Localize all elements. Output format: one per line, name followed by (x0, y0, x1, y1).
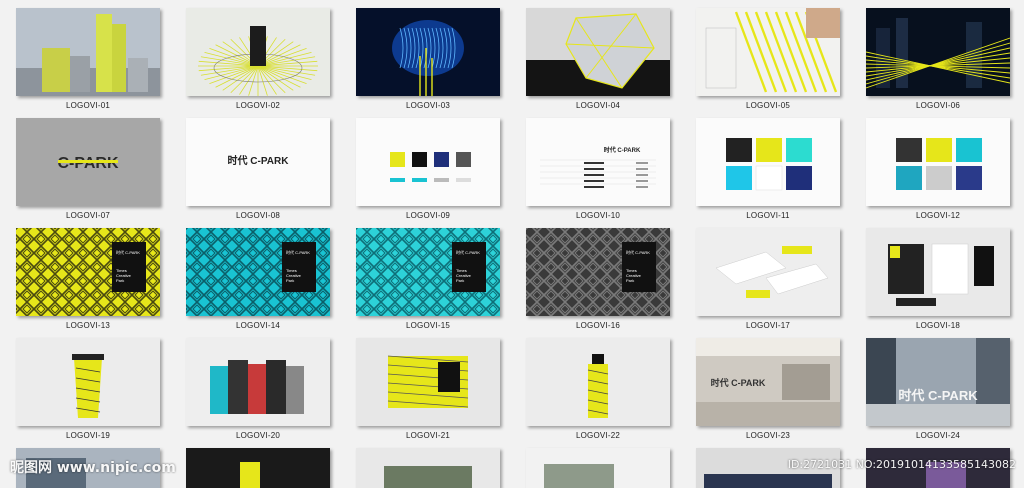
thumbnail-image[interactable]: 时代 C-PARK Times Creative Park (356, 228, 500, 316)
thumbnail-image[interactable] (356, 8, 500, 96)
thumbnail-caption: LOGOVI-05 (745, 101, 791, 110)
thumbnail-image[interactable] (186, 448, 330, 488)
svg-text:时代 C-PARK: 时代 C-PARK (228, 154, 290, 167)
svg-text:时代 C-PARK: 时代 C-PARK (286, 249, 310, 255)
thumbnail-caption: LOGOVI-12 (915, 211, 961, 220)
thumbnail-tile[interactable]: LOGOVI-11 (696, 118, 840, 228)
thumbnail-caption: LOGOVI-23 (745, 431, 791, 440)
svg-text:时代 C-PARK: 时代 C-PARK (898, 388, 978, 403)
svg-text:时代 C-PARK: 时代 C-PARK (116, 249, 140, 255)
thumbnail-image[interactable] (526, 8, 670, 96)
thumbnail-tile[interactable]: 时代 C-PARK Times Creative Park LOGOVI-16 (526, 228, 670, 338)
svg-text:时代 C-PARK: 时代 C-PARK (711, 377, 766, 388)
thumbnail-image[interactable] (356, 448, 500, 488)
thumbnail-image[interactable]: 时代 C-PARK (866, 338, 1010, 426)
thumbnail-tile[interactable]: 时代 C-PARK LOGOVI-08 (186, 118, 330, 228)
thumbnail-image[interactable] (16, 8, 160, 96)
thumbnail-image[interactable] (866, 8, 1010, 96)
thumbnail-image[interactable]: 时代 C-PARK (696, 338, 840, 426)
svg-text:时代 C-PARK: 时代 C-PARK (626, 249, 650, 255)
thumbnail-tile[interactable]: LOGOVI-06 (866, 8, 1010, 118)
thumbnail-image[interactable]: 时代 C-PARK (186, 118, 330, 206)
thumbnail-image[interactable] (526, 338, 670, 426)
thumbnail-tile[interactable]: LOGOVI-18 (866, 228, 1010, 338)
thumbnail-image[interactable] (866, 228, 1010, 316)
svg-text:Park: Park (626, 278, 634, 283)
thumbnail-tile[interactable]: 时代 C-PARK Times Creative Park LOGOVI-13 (16, 228, 160, 338)
thumbnail-caption: LOGOVI-21 (405, 431, 451, 440)
partial-thumbnail-row (16, 448, 1010, 488)
thumbnail-tile[interactable]: LOGOVI-05 (696, 8, 840, 118)
thumbnail-caption: LOGOVI-13 (65, 321, 111, 330)
thumbnail-tile[interactable]: LOGOVI-09 (356, 118, 500, 228)
thumbnail-caption: LOGOVI-04 (575, 101, 621, 110)
thumbnail-caption: LOGOVI-24 (915, 431, 961, 440)
thumbnail-image[interactable] (186, 8, 330, 96)
thumbnail-image[interactable] (696, 448, 840, 488)
thumbnail-image[interactable] (866, 118, 1010, 206)
thumbnail-image[interactable] (16, 338, 160, 426)
svg-text:Park: Park (116, 278, 124, 283)
thumbnail-caption: LOGOVI-17 (745, 321, 791, 330)
thumbnail-image[interactable] (356, 338, 500, 426)
thumbnail-caption: LOGOVI-07 (65, 211, 111, 220)
thumbnail-tile[interactable]: LOGOVI-19 (16, 338, 160, 448)
thumbnail-tile[interactable]: LOGOVI-12 (866, 118, 1010, 228)
thumbnail-image[interactable] (526, 448, 670, 488)
thumbnail-image[interactable] (696, 8, 840, 96)
thumbnail-tile[interactable]: LOGOVI-21 (356, 338, 500, 448)
thumbnail-tile[interactable]: LOGOVI-22 (526, 338, 670, 448)
thumbnail-image[interactable] (696, 118, 840, 206)
thumbnail-tile[interactable]: LOGOVI-20 (186, 338, 330, 448)
thumbnail-caption: LOGOVI-15 (405, 321, 451, 330)
thumbnail-image[interactable] (16, 448, 160, 488)
thumbnail-tile[interactable]: 时代 C-PARK LOGOVI-23 (696, 338, 840, 448)
thumbnail-caption: LOGOVI-18 (915, 321, 961, 330)
thumbnail-tile[interactable]: LOGOVI-17 (696, 228, 840, 338)
svg-text:C-PARK: C-PARK (57, 155, 118, 172)
thumbnail-image[interactable]: 时代 C-PARK (526, 118, 670, 206)
thumbnail-tile[interactable]: 时代 C-PARK LOGOVI-10 (526, 118, 670, 228)
thumbnail-image[interactable] (866, 448, 1010, 488)
thumbnail-caption: LOGOVI-14 (235, 321, 281, 330)
thumbnail-image[interactable]: 时代 C-PARK Times Creative Park (16, 228, 160, 316)
thumbnail-caption: LOGOVI-16 (575, 321, 621, 330)
thumbnail-tile[interactable]: LOGOVI-03 (356, 8, 500, 118)
thumbnail-caption: LOGOVI-11 (746, 211, 790, 220)
thumbnail-tile[interactable]: 时代 C-PARK LOGOVI-24 (866, 338, 1010, 448)
thumbnail-grid: LOGOVI-01 LOGOVI-02 LOGOVI-03 LOGOVI-04 … (16, 8, 1010, 448)
thumbnail-image[interactable] (186, 338, 330, 426)
thumbnail-caption: LOGOVI-10 (575, 211, 621, 220)
thumbnail-caption: LOGOVI-19 (65, 431, 111, 440)
svg-text:Park: Park (286, 278, 294, 283)
thumbnail-caption: LOGOVI-06 (915, 101, 961, 110)
thumbnail-caption: LOGOVI-20 (235, 431, 281, 440)
thumbnail-image[interactable]: 时代 C-PARK Times Creative Park (186, 228, 330, 316)
svg-text:Park: Park (456, 278, 464, 283)
svg-text:时代 C-PARK: 时代 C-PARK (604, 146, 641, 154)
thumbnail-caption: LOGOVI-08 (235, 211, 281, 220)
thumbnail-caption: LOGOVI-01 (65, 101, 111, 110)
thumbnail-image[interactable] (696, 228, 840, 316)
thumbnail-caption: LOGOVI-22 (575, 431, 621, 440)
thumbnail-image[interactable]: C-PARK (16, 118, 160, 206)
thumbnail-tile[interactable]: 时代 C-PARK Times Creative Park LOGOVI-15 (356, 228, 500, 338)
thumbnail-image[interactable] (356, 118, 500, 206)
thumbnail-caption: LOGOVI-03 (405, 101, 451, 110)
thumbnail-caption: LOGOVI-02 (235, 101, 281, 110)
thumbnail-tile[interactable]: LOGOVI-04 (526, 8, 670, 118)
svg-text:时代 C-PARK: 时代 C-PARK (456, 249, 480, 255)
thumbnail-tile[interactable]: LOGOVI-01 (16, 8, 160, 118)
thumbnail-tile[interactable]: C-PARK LOGOVI-07 (16, 118, 160, 228)
thumbnail-tile[interactable]: LOGOVI-02 (186, 8, 330, 118)
thumbnail-caption: LOGOVI-09 (405, 211, 451, 220)
thumbnail-image[interactable]: 时代 C-PARK Times Creative Park (526, 228, 670, 316)
thumbnail-tile[interactable]: 时代 C-PARK Times Creative Park LOGOVI-14 (186, 228, 330, 338)
